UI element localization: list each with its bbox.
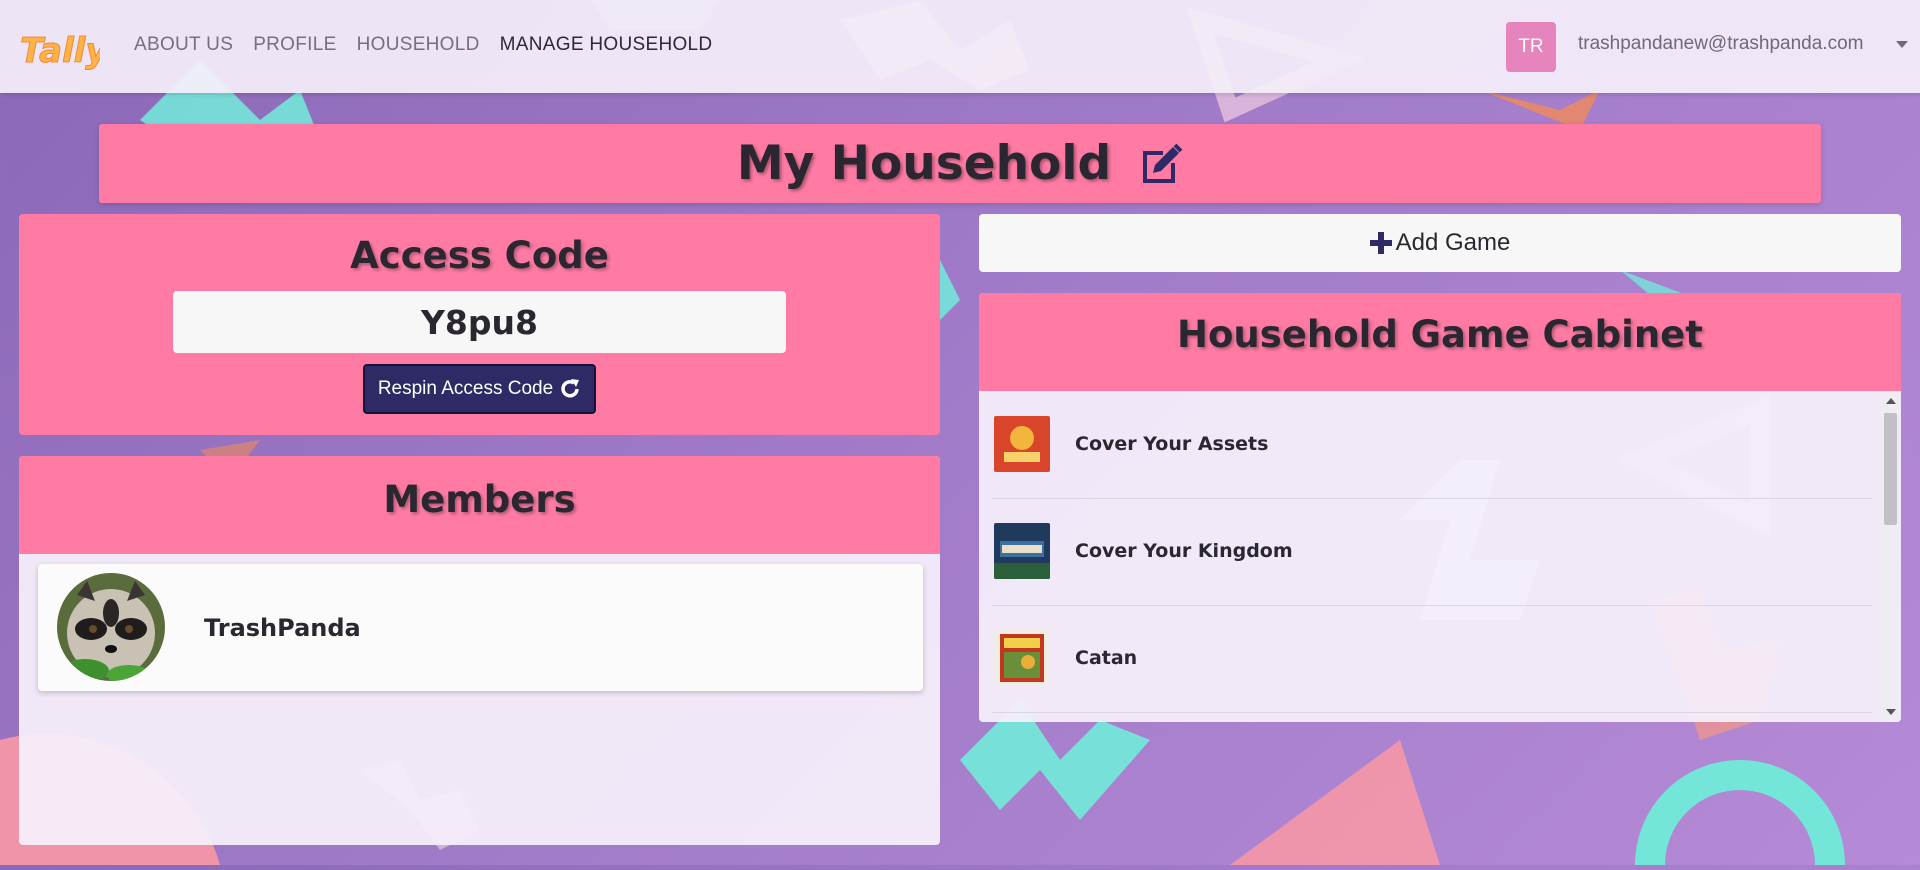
chevron-down-icon[interactable] [1896, 41, 1908, 48]
page-title-banner: My Household [99, 124, 1821, 203]
nav-link-profile[interactable]: PROFILE [253, 34, 336, 56]
access-code-heading: Access Code [350, 234, 609, 277]
page-title: My Household [736, 136, 1112, 191]
add-game-label: Add Game [1395, 229, 1511, 256]
access-code-card: Access Code Y8pu8 Respin Access Code [19, 214, 940, 435]
scroll-down-icon[interactable] [1886, 709, 1896, 715]
member-item[interactable]: TrashPanda [38, 564, 923, 691]
game-name: Cover Your Assets [1075, 433, 1269, 455]
game-item[interactable]: Cover Your Assets [992, 391, 1872, 499]
user-email[interactable]: trashpandanew@trashpanda.com [1578, 33, 1863, 55]
avatar [57, 573, 165, 681]
edit-icon[interactable] [1137, 141, 1183, 187]
game-name: Cover Your Kingdom [1075, 540, 1293, 562]
svg-text:Tally: Tally [20, 31, 100, 71]
refresh-icon [561, 379, 580, 398]
game-cabinet-card: Household Game Cabinet Cover Your Assets [979, 293, 1901, 722]
nav-links: ABOUT US PROFILE HOUSEHOLD MANAGE HOUSEH… [134, 34, 712, 56]
app-logo[interactable]: Tally [18, 20, 110, 74]
game-thumbnail [994, 523, 1050, 579]
game-list: Cover Your Assets Cover Your Kingdom Cat… [992, 391, 1879, 722]
plus-icon [1369, 232, 1392, 254]
game-thumbnail [994, 630, 1050, 686]
members-card: Members TrashPanda [19, 456, 940, 845]
top-navbar: Tally ABOUT US PROFILE HOUSEHOLD MANAGE … [0, 0, 1920, 93]
respin-button-label: Respin Access Code [377, 378, 554, 399]
scroll-up-icon[interactable] [1886, 398, 1896, 404]
game-item[interactable]: Catan [992, 605, 1872, 713]
add-game-button[interactable]: Add Game [979, 214, 1901, 272]
game-name: Catan [1075, 647, 1138, 669]
nav-link-manage-household[interactable]: MANAGE HOUSEHOLD [500, 34, 713, 56]
access-code-value: Y8pu8 [173, 291, 786, 353]
game-cabinet-header: Household Game Cabinet [979, 293, 1901, 391]
respin-access-code-button[interactable]: Respin Access Code [363, 364, 596, 414]
game-list-scrollbar[interactable] [1880, 391, 1901, 722]
game-thumbnail [994, 416, 1050, 472]
scrollbar-thumb[interactable] [1884, 413, 1897, 525]
members-header: Members [19, 456, 940, 554]
nav-link-about-us[interactable]: ABOUT US [134, 34, 233, 56]
member-name: TrashPanda [204, 614, 361, 642]
user-avatar[interactable]: TR [1506, 22, 1556, 72]
game-cabinet-heading: Household Game Cabinet [1177, 313, 1703, 356]
game-item[interactable]: Cover Your Kingdom [992, 498, 1872, 606]
nav-link-household[interactable]: HOUSEHOLD [357, 34, 480, 56]
members-heading: Members [383, 478, 576, 521]
